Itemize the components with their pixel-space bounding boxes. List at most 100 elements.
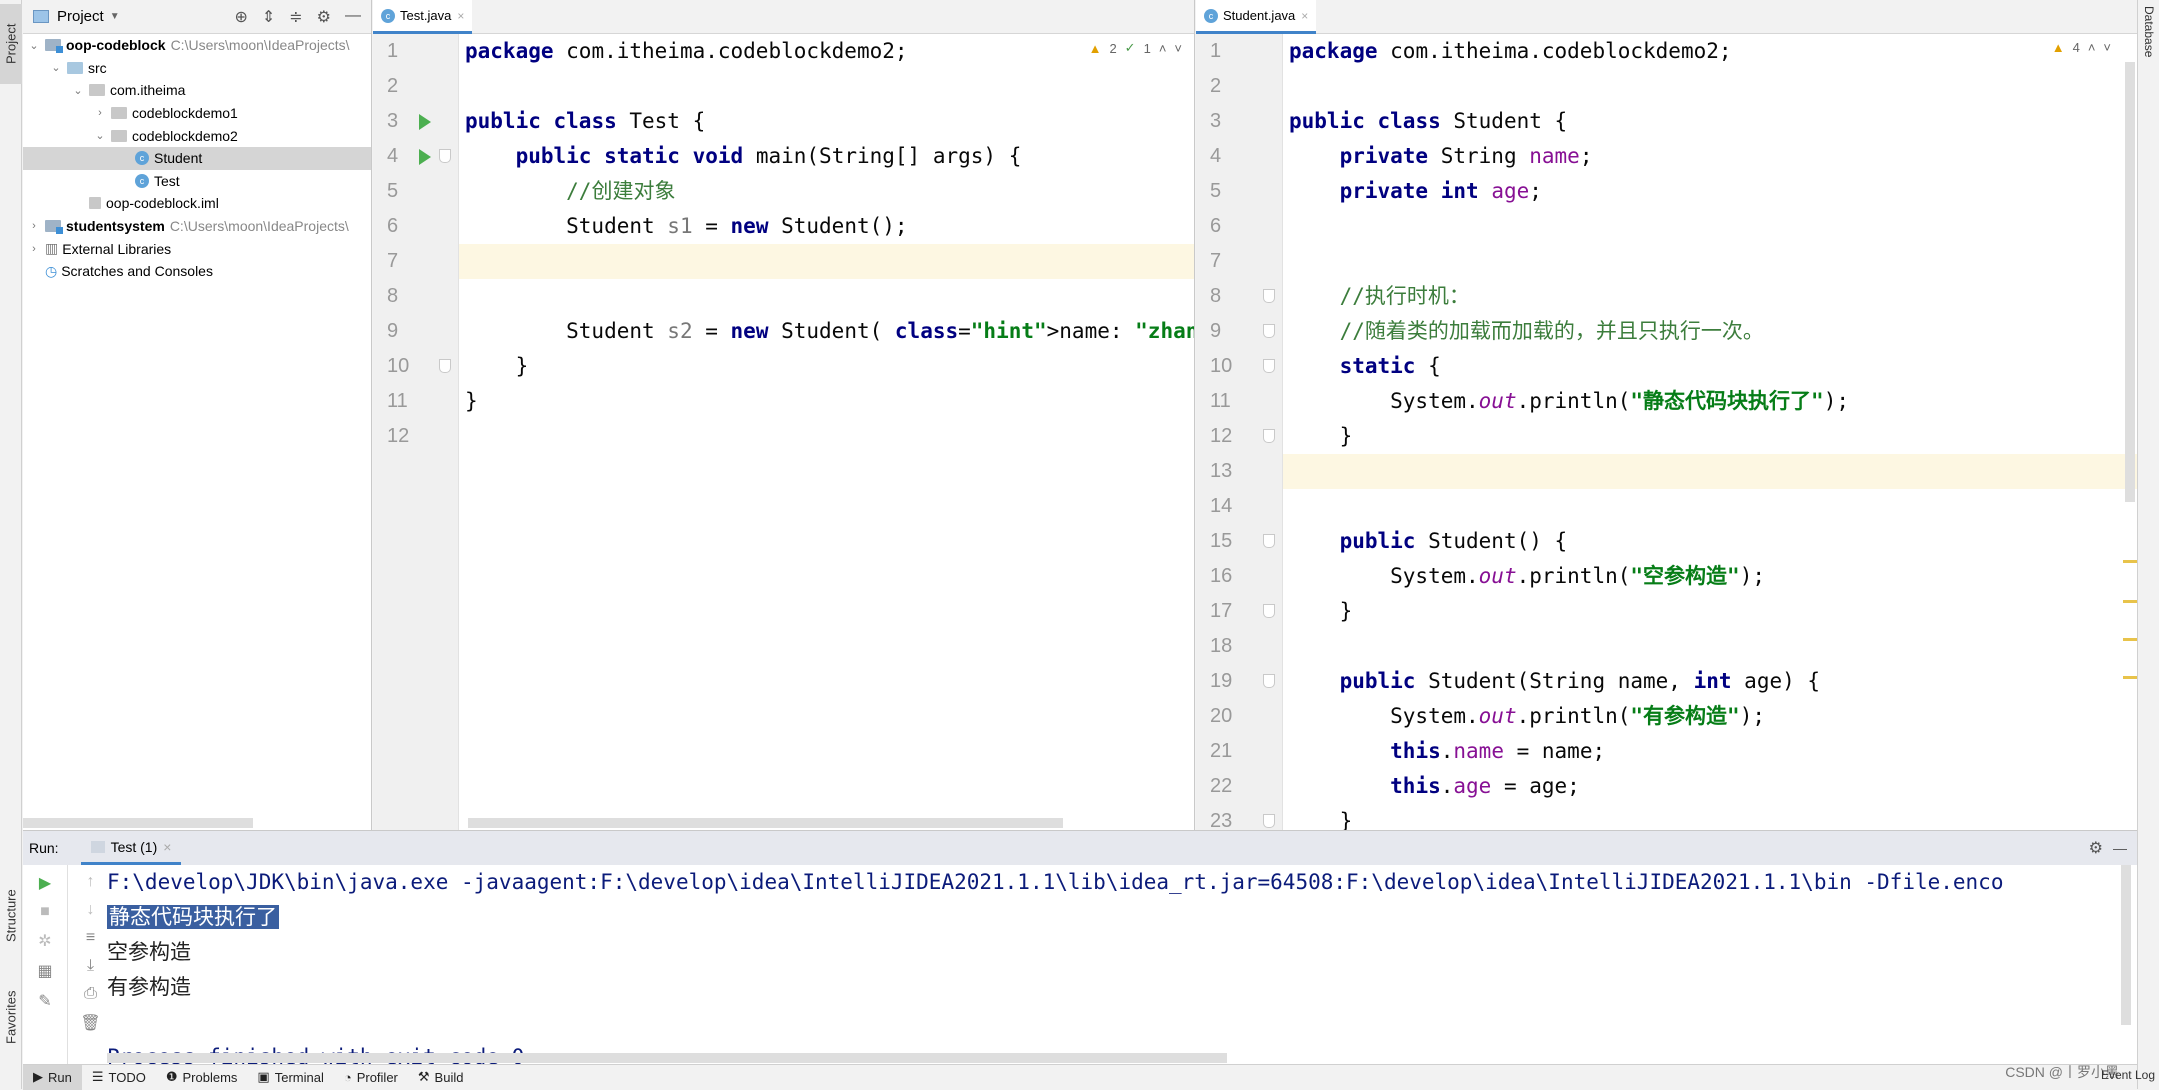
chevron-down-icon[interactable]: ▼ xyxy=(110,11,120,22)
tree-item[interactable]: › studentsystem C:\Users\moon\IdeaProjects… xyxy=(23,215,371,238)
code-line: } xyxy=(1289,599,1353,623)
inspection-widget[interactable]: ▲ 2 ✓ 1 ˄ ˅ xyxy=(1089,40,1182,56)
chevron-down-icon[interactable]: ⌄ xyxy=(49,61,63,74)
tree-item[interactable]: ⌄ com.itheima xyxy=(23,79,371,102)
chevron-right-icon[interactable]: › xyxy=(27,220,41,232)
typo-icon: ✓ xyxy=(1124,40,1136,55)
trash-icon[interactable]: 🗑 xyxy=(80,1013,100,1033)
gear-icon[interactable]: ⚙ xyxy=(317,7,331,27)
chevron-right-icon[interactable]: › xyxy=(27,243,41,255)
next-highlight-icon[interactable]: ˅ xyxy=(1174,41,1182,56)
close-icon[interactable]: × xyxy=(163,839,171,855)
error-stripe-marker[interactable] xyxy=(2123,638,2137,641)
tree-item[interactable]: c Student xyxy=(23,146,371,170)
editor-tab-bar: c Student.java × xyxy=(1196,0,2137,34)
error-stripe-marker[interactable] xyxy=(2123,600,2137,603)
editor-horizontal-scrollbar[interactable] xyxy=(468,818,1063,828)
fold-icon[interactable] xyxy=(1263,674,1275,688)
collapse-all-icon[interactable]: ≑ xyxy=(289,7,302,27)
project-view-selector[interactable]: Project xyxy=(57,8,104,25)
tree-item[interactable]: ⌄ codeblockdemo2 xyxy=(23,124,371,147)
fold-icon[interactable] xyxy=(1263,324,1275,338)
console-vertical-scrollbar[interactable] xyxy=(2121,865,2131,1025)
stop-icon[interactable]: ■ xyxy=(40,903,50,921)
fold-icon[interactable] xyxy=(1263,359,1275,373)
favorites-tool-tab[interactable]: Favorites xyxy=(0,972,22,1062)
layout-icon[interactable]: ▦ xyxy=(37,961,52,981)
tree-item[interactable]: oop-codeblock.iml xyxy=(23,192,371,215)
tree-item[interactable]: › codeblockdemo1 xyxy=(23,102,371,125)
minimize-icon[interactable]: — xyxy=(2113,840,2127,856)
inspection-widget[interactable]: ▲ 4 ˄ ˅ xyxy=(2052,40,2111,55)
tree-item[interactable]: c Test xyxy=(23,170,371,193)
up-arrow-icon[interactable]: ↑ xyxy=(87,873,95,891)
previous-highlight-icon[interactable]: ˄ xyxy=(1159,41,1167,56)
tab-student-java[interactable]: c Student.java × xyxy=(1196,0,1317,34)
fold-icon[interactable] xyxy=(439,149,451,163)
run-tab-test[interactable]: Test (1) × xyxy=(80,831,182,865)
fold-icon[interactable] xyxy=(1263,429,1275,443)
tree-item[interactable]: ⌄ src xyxy=(23,57,371,80)
minimize-icon[interactable]: — xyxy=(345,7,361,27)
pin-icon[interactable]: ✎ xyxy=(38,991,51,1011)
soft-wrap-icon[interactable]: ≡ xyxy=(86,929,95,947)
line-number: 10 xyxy=(387,355,410,377)
bottom-tab-build[interactable]: ⚒ Build xyxy=(408,1065,474,1090)
console-output[interactable]: F:\develop\JDK\bin\java.exe -javaagent:F… xyxy=(107,865,2117,1069)
chevron-right-icon[interactable]: › xyxy=(93,107,107,119)
bottom-tab-run[interactable]: ▶ Run xyxy=(23,1064,82,1090)
previous-highlight-icon[interactable]: ˄ xyxy=(2088,40,2096,55)
run-gutter-icon[interactable] xyxy=(419,114,431,130)
down-arrow-icon[interactable]: ↓ xyxy=(87,901,95,919)
run-gutter-icon[interactable] xyxy=(419,149,431,165)
structure-tool-tab[interactable]: Structure xyxy=(0,868,22,963)
fold-icon[interactable] xyxy=(1263,604,1275,618)
tree-item[interactable]: › ▥ External Libraries xyxy=(23,237,371,260)
bottom-tab-todo[interactable]: ☰ TODO xyxy=(82,1065,156,1090)
next-highlight-icon[interactable]: ˅ xyxy=(2103,40,2111,55)
event-log-button[interactable]: Event Log xyxy=(2101,1068,2155,1082)
database-tool-tab[interactable]: Database xyxy=(2138,6,2159,96)
code-line: //执行时机： xyxy=(1339,284,1470,308)
expand-all-icon[interactable]: ⇕ xyxy=(262,7,275,27)
line-number: 4 xyxy=(1210,145,1222,167)
fold-icon[interactable] xyxy=(1263,814,1275,828)
console-horizontal-scrollbar[interactable] xyxy=(107,1053,1227,1063)
gear-icon[interactable]: ⚙ xyxy=(2089,838,2103,858)
bottom-tab-problems[interactable]: ❶ Problems xyxy=(156,1065,248,1090)
module-folder-icon xyxy=(45,39,63,54)
project-tool-tab[interactable]: Project xyxy=(0,4,22,84)
chevron-down-icon[interactable]: ⌄ xyxy=(71,84,85,97)
chevron-down-icon[interactable]: ⌄ xyxy=(93,129,107,142)
error-stripe-marker[interactable] xyxy=(2123,676,2137,679)
error-stripe-marker[interactable] xyxy=(2123,560,2137,563)
chevron-down-icon[interactable]: ⌄ xyxy=(27,39,41,52)
fold-icon[interactable] xyxy=(1263,534,1275,548)
project-horizontal-scrollbar[interactable] xyxy=(23,818,253,828)
locate-icon[interactable]: ⊕ xyxy=(234,7,247,27)
tree-item[interactable]: ⌄ oop-codeblock C:\Users\moon\IdeaProjects… xyxy=(23,34,371,57)
line-number: 1 xyxy=(1210,40,1222,62)
line-number: 5 xyxy=(1210,180,1222,202)
code-area[interactable]: package com.itheima.codeblockdemo2; publi… xyxy=(459,34,1194,830)
code-line: System.out.println("静态代码块执行了"); xyxy=(1289,389,1849,413)
scroll-to-end-icon[interactable]: ⤓ xyxy=(87,957,94,975)
tree-item[interactable]: ◷ Scratches and Consoles xyxy=(23,260,371,283)
code-area[interactable]: package com.itheima.codeblockdemo2; publi… xyxy=(1283,34,2121,830)
editor-vertical-scrollbar[interactable] xyxy=(2125,62,2135,502)
close-icon[interactable]: × xyxy=(1301,9,1308,23)
project-panel-header: Project ▼ ⊕ ⇕ ≑ ⚙ — xyxy=(23,0,371,34)
tab-test-java[interactable]: c Test.java × xyxy=(373,0,473,34)
fold-icon[interactable] xyxy=(1263,289,1275,303)
restore-layout-icon[interactable]: ✲ xyxy=(38,931,51,951)
print-icon[interactable]: ⎙ xyxy=(84,985,97,1003)
close-icon[interactable]: × xyxy=(457,9,464,23)
rerun-icon[interactable]: ▶ xyxy=(39,873,51,893)
line-number: 22 xyxy=(1210,775,1233,797)
bottom-tab-terminal[interactable]: ▣ Terminal xyxy=(247,1065,333,1090)
bottom-tab-profiler[interactable]: ◔ Profiler xyxy=(334,1065,408,1090)
fold-icon[interactable] xyxy=(439,359,451,373)
